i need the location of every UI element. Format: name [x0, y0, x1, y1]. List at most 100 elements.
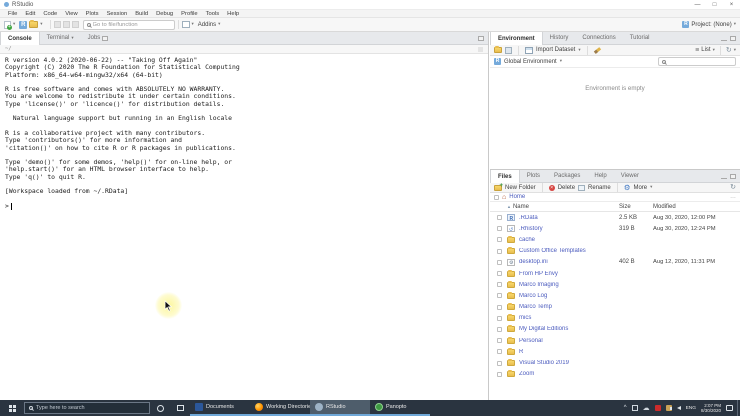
- save-workspace-icon[interactable]: [505, 46, 512, 54]
- taskbar-app-button[interactable]: RStudio: [310, 400, 370, 416]
- security-icon[interactable]: [654, 405, 661, 411]
- taskbar-app-button[interactable]: Documents: [190, 400, 250, 416]
- tray-expand-icon[interactable]: ^: [624, 405, 627, 411]
- file-checkbox[interactable]: [497, 215, 502, 221]
- file-name-link[interactable]: .Rhistory: [519, 226, 619, 232]
- menu-item[interactable]: Help: [223, 11, 243, 17]
- file-checkbox[interactable]: [497, 338, 502, 344]
- tray-device-icon[interactable]: [631, 405, 638, 411]
- file-row[interactable]: .RData 2.5 KB Aug 30, 2020, 12:00 PM: [490, 212, 740, 223]
- action-center-icon[interactable]: [726, 405, 733, 411]
- file-checkbox[interactable]: [497, 271, 502, 277]
- clear-workspace-icon[interactable]: [593, 46, 601, 54]
- workspace-panes-caret-icon[interactable]: ▾: [192, 22, 194, 27]
- project-menu[interactable]: R Project: (None) ▾: [682, 21, 736, 28]
- new-file-caret-icon[interactable]: ▾: [13, 22, 15, 27]
- load-workspace-icon[interactable]: [494, 46, 502, 53]
- onedrive-icon[interactable]: ☁: [643, 405, 650, 412]
- menu-item[interactable]: Profile: [177, 11, 201, 17]
- file-name-link[interactable]: From HP Envy: [519, 271, 619, 277]
- file-name-link[interactable]: Personal: [519, 338, 619, 344]
- menu-item[interactable]: Debug: [152, 11, 177, 17]
- list-view-button[interactable]: List: [701, 47, 710, 53]
- open-recent-caret-icon[interactable]: ▾: [40, 22, 42, 27]
- maximize-button[interactable]: □: [706, 0, 723, 9]
- file-name-link[interactable]: Visual Studio 2019: [519, 360, 619, 366]
- file-checkbox[interactable]: [497, 326, 502, 332]
- file-name-link[interactable]: desktop.ini: [519, 259, 619, 265]
- file-name-link[interactable]: cache: [519, 237, 619, 243]
- file-checkbox[interactable]: [497, 349, 502, 355]
- file-checkbox[interactable]: [497, 293, 502, 299]
- breadcrumb-more-button[interactable]: …: [730, 194, 736, 200]
- refresh-icon[interactable]: ↻: [726, 47, 732, 54]
- addins-menu[interactable]: Addins: [198, 22, 216, 28]
- tab-plots[interactable]: Plots: [520, 170, 547, 182]
- file-row[interactable]: Personal: [490, 335, 740, 346]
- file-name-link[interactable]: Custom Office Templates: [519, 248, 619, 254]
- tab-packages[interactable]: Packages: [547, 170, 587, 182]
- menu-item[interactable]: Tools: [202, 11, 224, 17]
- file-name-link[interactable]: Marco Temp: [519, 304, 619, 310]
- file-row[interactable]: Marco Log: [490, 290, 740, 301]
- file-checkbox[interactable]: [497, 248, 502, 254]
- column-header-name[interactable]: ▲ Name: [507, 204, 619, 210]
- menu-item[interactable]: Build: [131, 11, 152, 17]
- tab-console[interactable]: Console: [0, 32, 40, 45]
- list-view-caret-icon[interactable]: ▾: [713, 47, 715, 53]
- menu-item[interactable]: Plots: [82, 11, 103, 17]
- goto-file-input[interactable]: [92, 21, 171, 28]
- language-indicator[interactable]: ENG: [686, 406, 696, 411]
- file-name-link[interactable]: .RData: [519, 215, 619, 221]
- menu-item[interactable]: File: [4, 11, 21, 17]
- select-all-checkbox[interactable]: [494, 194, 499, 200]
- new-folder-button[interactable]: New Folder: [505, 185, 536, 191]
- tab-history[interactable]: History: [543, 32, 576, 44]
- refresh-caret-icon[interactable]: ▾: [734, 47, 736, 53]
- file-checkbox[interactable]: [497, 226, 502, 232]
- file-checkbox[interactable]: [497, 315, 502, 321]
- tab-files[interactable]: Files: [490, 170, 520, 183]
- maximize-pane-icon[interactable]: [478, 35, 484, 41]
- import-dataset-caret-icon[interactable]: ▾: [578, 47, 580, 53]
- file-row[interactable]: Marco Imaging: [490, 279, 740, 290]
- taskbar-app-button[interactable]: Working Directorie...: [250, 400, 310, 416]
- file-row[interactable]: Zoom: [490, 369, 740, 380]
- column-header-modified[interactable]: Modified: [653, 204, 740, 210]
- breadcrumb-home[interactable]: Home: [509, 194, 525, 200]
- menu-item[interactable]: Code: [39, 11, 61, 17]
- file-checkbox[interactable]: [497, 371, 502, 377]
- file-row[interactable]: mics: [490, 313, 740, 324]
- file-row[interactable]: From HP Envy: [490, 268, 740, 279]
- scope-caret-icon[interactable]: ▾: [560, 59, 562, 64]
- task-view-button[interactable]: [170, 400, 190, 416]
- file-row[interactable]: desktop.ini 402 B Aug 12, 2020, 11:31 PM: [490, 257, 740, 268]
- file-row[interactable]: Marco Temp: [490, 302, 740, 313]
- more-caret-icon[interactable]: ▾: [650, 185, 652, 190]
- minimize-pane-icon[interactable]: [721, 39, 727, 41]
- minimize-button[interactable]: —: [689, 0, 706, 9]
- environment-search-box[interactable]: [658, 57, 736, 66]
- minimize-pane-icon[interactable]: [721, 177, 727, 179]
- file-row[interactable]: cache: [490, 234, 740, 245]
- tab-tutorial[interactable]: Tutorial: [623, 32, 657, 44]
- file-checkbox[interactable]: [497, 304, 502, 310]
- tab-environment[interactable]: Environment: [490, 32, 543, 45]
- file-checkbox[interactable]: [497, 360, 502, 366]
- menu-item[interactable]: View: [61, 11, 81, 17]
- refresh-files-icon[interactable]: ↻: [730, 184, 736, 191]
- taskbar-app-button[interactable]: Panopto: [370, 400, 430, 416]
- menu-item[interactable]: Session: [103, 11, 132, 17]
- console-output[interactable]: R version 4.0.2 (2020-06-22) -- "Taking …: [0, 54, 488, 210]
- file-checkbox[interactable]: [497, 259, 502, 265]
- tab-viewer[interactable]: Viewer: [614, 170, 646, 182]
- rename-button[interactable]: Rename: [588, 185, 611, 191]
- file-row[interactable]: My Digital Editions: [490, 324, 740, 335]
- taskbar-search-input[interactable]: [36, 405, 145, 411]
- close-button[interactable]: ×: [723, 0, 740, 9]
- new-project-icon[interactable]: R: [19, 20, 28, 29]
- open-file-icon[interactable]: [29, 20, 39, 28]
- file-name-link[interactable]: Marco Imaging: [519, 282, 619, 288]
- workspace-panes-icon[interactable]: [181, 21, 190, 28]
- taskbar-clock[interactable]: 2:07 PM 8/30/2020: [701, 403, 721, 414]
